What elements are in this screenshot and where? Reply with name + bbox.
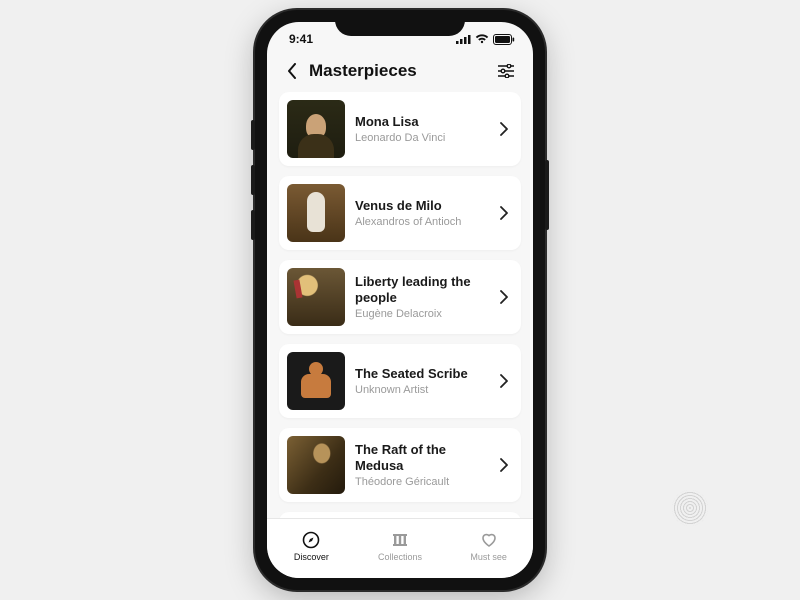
page-title: Masterpieces xyxy=(309,61,417,81)
chevron-right-icon xyxy=(500,290,508,304)
artwork-title: The Seated Scribe xyxy=(355,366,485,382)
page-header: Masterpieces xyxy=(267,56,533,92)
artwork-artist: Alexandros of Antioch xyxy=(355,216,485,228)
artwork-title: Mona Lisa xyxy=(355,114,485,130)
status-time: 9:41 xyxy=(289,32,313,46)
list-item-text: The Seated Scribe Unknown Artist xyxy=(345,366,495,396)
compass-icon xyxy=(301,530,321,550)
list-item[interactable]: Liberty leading the people Eugène Delacr… xyxy=(279,260,521,334)
artwork-artist: Leonardo Da Vinci xyxy=(355,132,485,144)
list-item[interactable]: The Raft of the Medusa Théodore Géricaul… xyxy=(279,428,521,502)
artwork-thumbnail xyxy=(287,352,345,410)
chevron-right-icon xyxy=(500,122,508,136)
list-item-text: Venus de Milo Alexandros of Antioch xyxy=(345,198,495,228)
tab-label: Must see xyxy=(470,552,507,562)
disclosure-indicator xyxy=(495,374,513,388)
fingerprint-smudge xyxy=(672,490,708,526)
status-right xyxy=(456,34,515,45)
tab-must-see[interactable]: Must see xyxy=(444,519,533,578)
wifi-icon xyxy=(475,34,489,44)
artwork-thumbnail xyxy=(287,268,345,326)
chevron-right-icon xyxy=(500,374,508,388)
disclosure-indicator xyxy=(495,458,513,472)
list-item[interactable]: Venus de Milo Alexandros of Antioch xyxy=(279,176,521,250)
artwork-artist: Théodore Géricault xyxy=(355,476,485,488)
cellular-signal-icon xyxy=(456,34,471,44)
device-notch xyxy=(335,10,465,36)
chevron-right-icon xyxy=(500,458,508,472)
disclosure-indicator xyxy=(495,290,513,304)
phone-frame: 9:41 Masterpieces xyxy=(255,10,545,590)
artwork-thumbnail xyxy=(287,436,345,494)
tab-label: Collections xyxy=(378,552,422,562)
artwork-thumbnail xyxy=(287,100,345,158)
back-button[interactable] xyxy=(281,60,303,82)
header-left: Masterpieces xyxy=(281,60,417,82)
list-item[interactable]: Mona Lisa Leonardo Da Vinci xyxy=(279,92,521,166)
list-item-text: Liberty leading the people Eugène Delacr… xyxy=(345,274,495,321)
tab-label: Discover xyxy=(294,552,329,562)
disclosure-indicator xyxy=(495,206,513,220)
list-item[interactable]: The Seated Scribe Unknown Artist xyxy=(279,344,521,418)
disclosure-indicator xyxy=(495,122,513,136)
list-item-text: The Raft of the Medusa Théodore Géricaul… xyxy=(345,442,495,489)
sliders-icon xyxy=(498,64,514,78)
artwork-title: Venus de Milo xyxy=(355,198,485,214)
list-item-text: Mona Lisa Leonardo Da Vinci xyxy=(345,114,495,144)
tab-bar: Discover Collections Must see xyxy=(267,518,533,578)
battery-icon xyxy=(493,34,515,45)
artwork-artist: Unknown Artist xyxy=(355,384,485,396)
artwork-title: The Raft of the Medusa xyxy=(355,442,485,475)
heart-icon xyxy=(479,530,499,550)
chevron-left-icon xyxy=(287,63,297,79)
chevron-right-icon xyxy=(500,206,508,220)
artwork-thumbnail xyxy=(287,184,345,242)
column-icon xyxy=(390,530,410,550)
artwork-title: Liberty leading the people xyxy=(355,274,485,307)
tab-collections[interactable]: Collections xyxy=(356,519,445,578)
artwork-artist: Eugène Delacroix xyxy=(355,308,485,320)
filter-button[interactable] xyxy=(495,60,517,82)
app-screen: 9:41 Masterpieces xyxy=(267,22,533,578)
artwork-list[interactable]: Mona Lisa Leonardo Da Vinci Venus de Mil… xyxy=(267,92,533,518)
tab-discover[interactable]: Discover xyxy=(267,519,356,578)
